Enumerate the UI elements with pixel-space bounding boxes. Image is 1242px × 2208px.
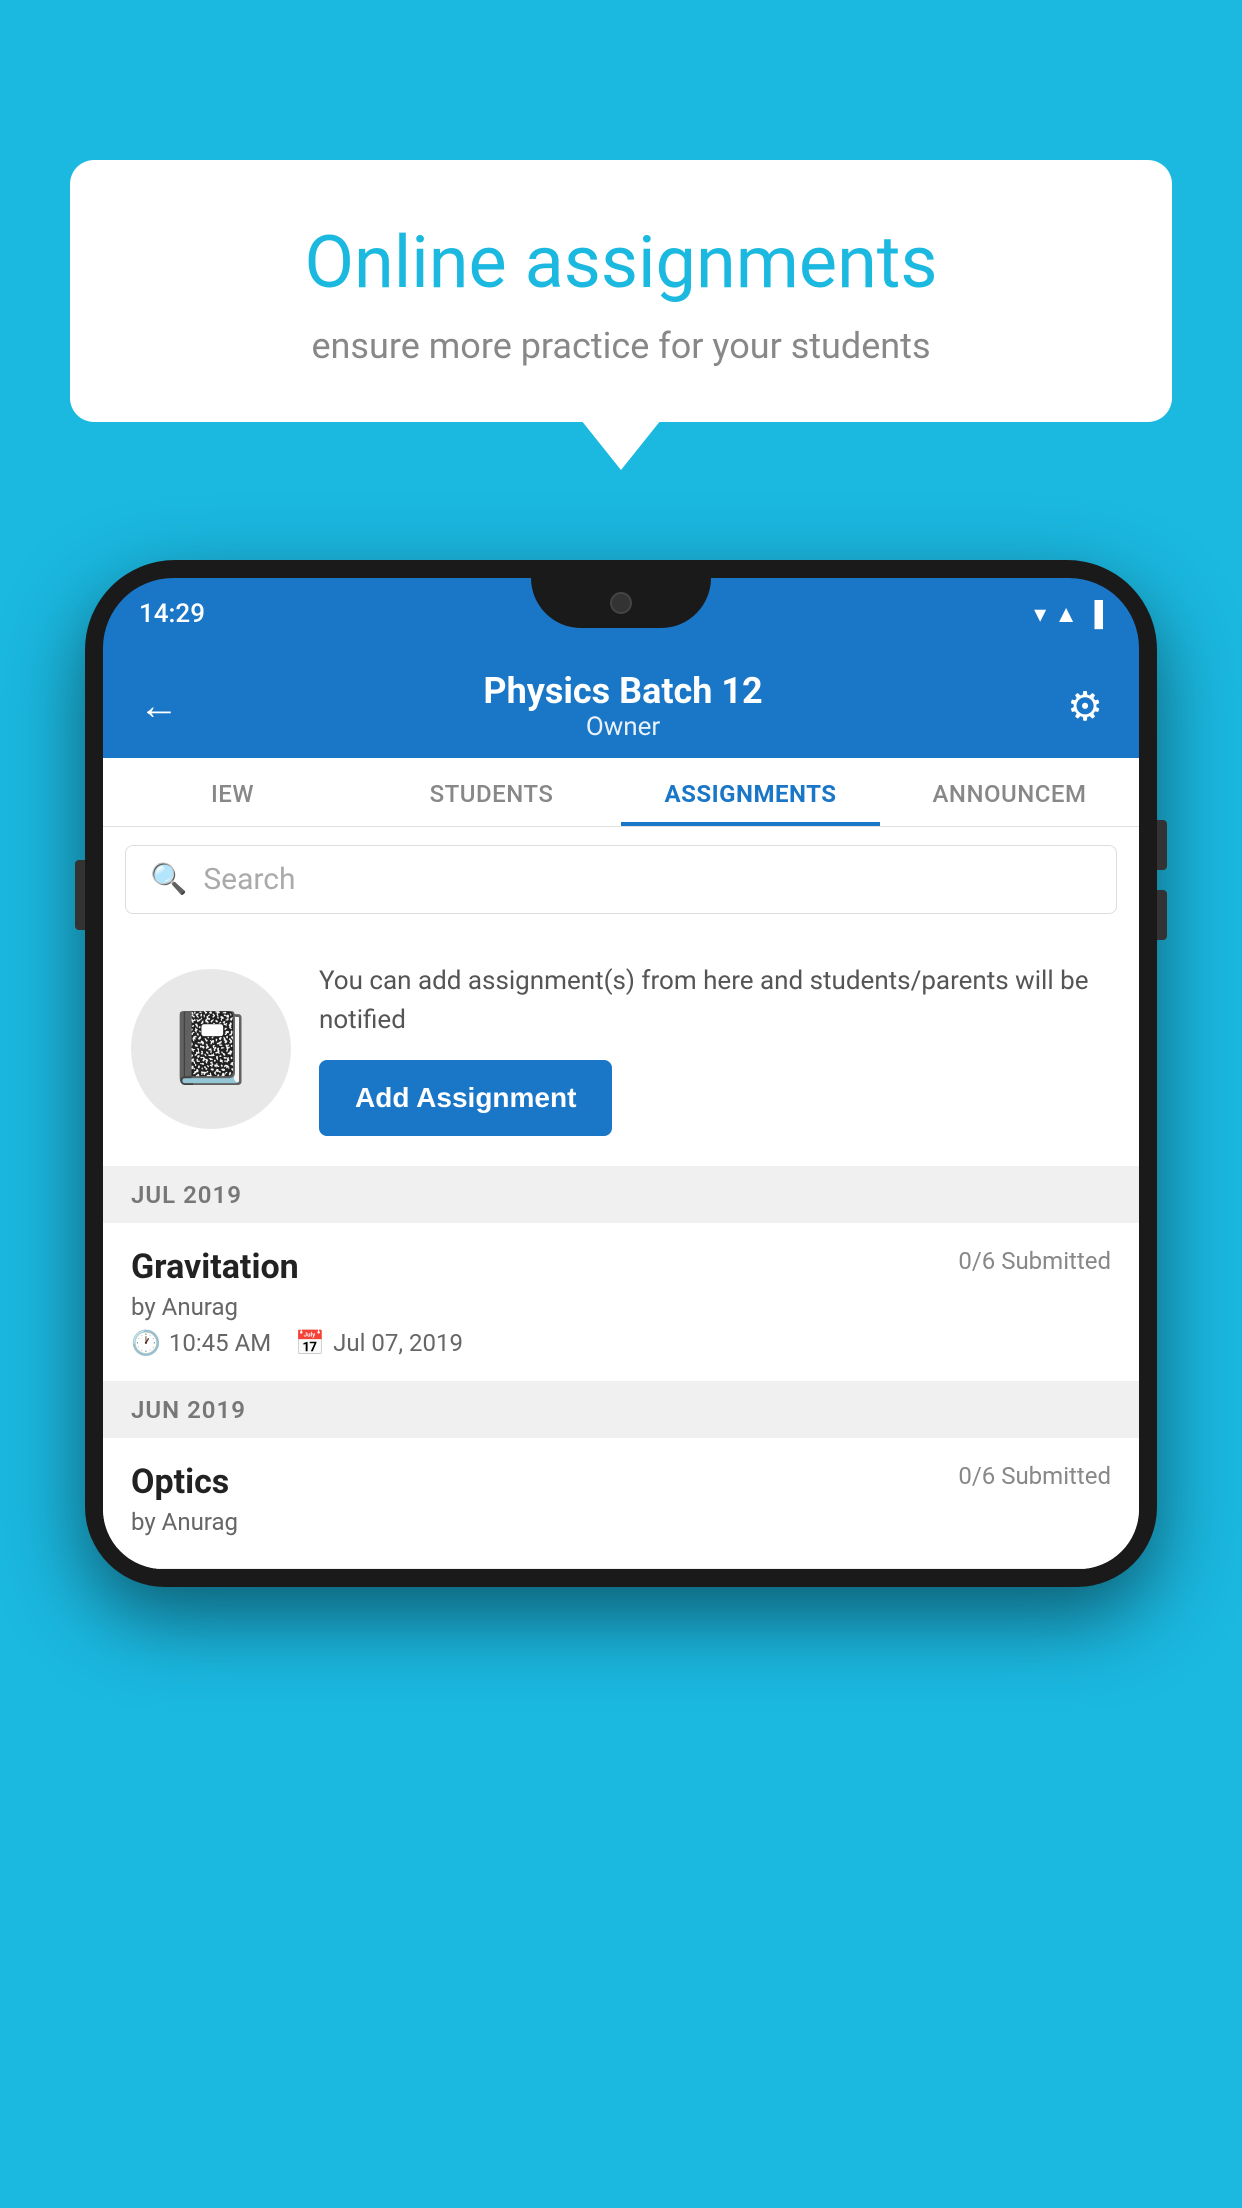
status-time: 14:29 (139, 599, 205, 629)
calendar-icon: 📅 (295, 1329, 325, 1357)
tab-assignments[interactable]: ASSIGNMENTS (621, 758, 880, 826)
camera (610, 592, 632, 614)
back-button[interactable]: ← (139, 686, 179, 726)
optics-submitted: 0/6 Submitted (958, 1462, 1111, 1490)
optics-title: Optics (131, 1462, 229, 1502)
tab-students[interactable]: STUDENTS (362, 758, 621, 826)
optics-top-row: Optics 0/6 Submitted (131, 1462, 1111, 1502)
header-title-block: Physics Batch 12 Owner (483, 670, 762, 742)
assignment-top-row: Gravitation 0/6 Submitted (131, 1247, 1111, 1287)
tabs-bar: IEW STUDENTS ASSIGNMENTS ANNOUNCEM (103, 758, 1139, 827)
notebook-circle: 📓 (131, 969, 291, 1129)
add-assignment-section: 📓 You can add assignment(s) from here an… (103, 932, 1139, 1167)
add-assignment-button[interactable]: Add Assignment (319, 1060, 612, 1136)
assignment-optics[interactable]: Optics 0/6 Submitted by Anurag (103, 1438, 1139, 1569)
phone-outer: 14:29 ▾ ▲ ▐ ← Physics Batch 12 Owner ⚙ (85, 560, 1157, 1587)
assignment-meta: 🕐 10:45 AM 📅 Jul 07, 2019 (131, 1329, 1111, 1357)
wifi-icon: ▾ (1034, 600, 1046, 628)
bubble-subtitle: ensure more practice for your students (130, 325, 1112, 367)
phone-mockup: 14:29 ▾ ▲ ▐ ← Physics Batch 12 Owner ⚙ (85, 560, 1157, 2208)
search-icon: 🔍 (150, 862, 187, 897)
speech-bubble-container: Online assignments ensure more practice … (70, 160, 1172, 422)
notebook-icon: 📓 (167, 1008, 254, 1090)
batch-title: Physics Batch 12 (483, 670, 762, 712)
app-header: ← Physics Batch 12 Owner ⚙ (103, 650, 1139, 758)
search-placeholder: Search (203, 862, 295, 897)
assignment-submitted: 0/6 Submitted (958, 1247, 1111, 1275)
assignment-title: Gravitation (131, 1247, 299, 1287)
meta-time: 🕐 10:45 AM (131, 1329, 271, 1357)
add-assignment-right: You can add assignment(s) from here and … (319, 962, 1111, 1136)
bubble-title: Online assignments (130, 220, 1112, 305)
clock-icon: 🕐 (131, 1329, 161, 1357)
assignment-time: 10:45 AM (169, 1329, 271, 1357)
power-button-bottom (1157, 890, 1167, 940)
add-assignment-description: You can add assignment(s) from here and … (319, 962, 1111, 1040)
status-icons: ▾ ▲ ▐ (1034, 600, 1103, 629)
batch-subtitle: Owner (483, 712, 762, 742)
battery-icon: ▐ (1086, 600, 1103, 629)
assignment-gravitation[interactable]: Gravitation 0/6 Submitted by Anurag 🕐 10… (103, 1223, 1139, 1382)
phone-notch (531, 578, 711, 628)
section-jul-2019: JUL 2019 (103, 1167, 1139, 1223)
optics-author: by Anurag (131, 1508, 1111, 1536)
section-jun-2019: JUN 2019 (103, 1382, 1139, 1438)
status-bar: 14:29 ▾ ▲ ▐ (103, 578, 1139, 650)
assignment-date: Jul 07, 2019 (333, 1329, 463, 1357)
speech-bubble: Online assignments ensure more practice … (70, 160, 1172, 422)
power-button-top (1157, 820, 1167, 870)
volume-button (75, 860, 85, 930)
phone-screen: ← Physics Batch 12 Owner ⚙ IEW STUDENTS … (103, 650, 1139, 1569)
search-bar[interactable]: 🔍 Search (125, 845, 1117, 914)
tab-iew[interactable]: IEW (103, 758, 362, 826)
settings-icon[interactable]: ⚙ (1067, 683, 1103, 730)
meta-date: 📅 Jul 07, 2019 (295, 1329, 463, 1357)
search-container: 🔍 Search (103, 827, 1139, 932)
assignment-author: by Anurag (131, 1293, 1111, 1321)
tab-announcements[interactable]: ANNOUNCEM (880, 758, 1139, 826)
signal-icon: ▲ (1054, 600, 1078, 629)
